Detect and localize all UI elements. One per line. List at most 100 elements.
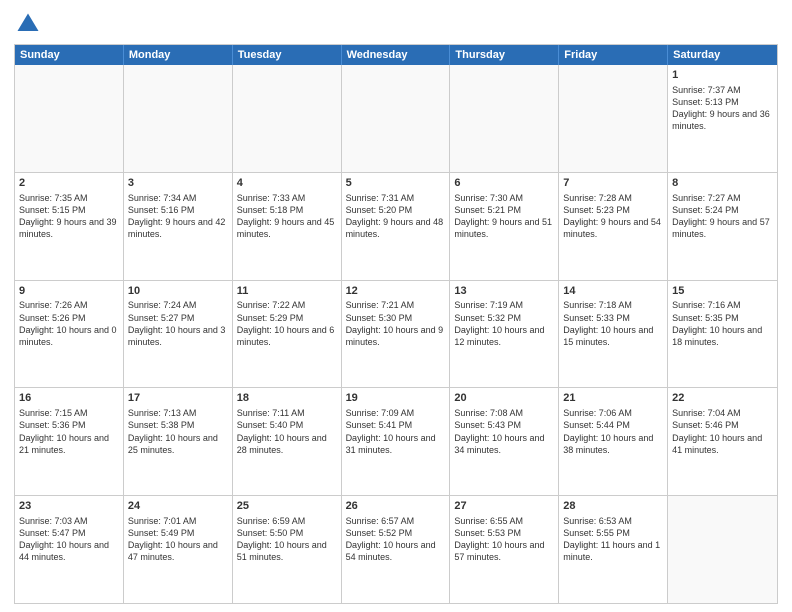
day-info: Sunset: 5:13 PM [672,96,773,108]
day-number: 20 [454,391,554,406]
day-info: Sunset: 5:36 PM [19,419,119,431]
day-number: 10 [128,284,228,299]
cal-cell-day-3: 3Sunrise: 7:34 AMSunset: 5:16 PMDaylight… [124,173,233,280]
day-info: Sunrise: 7:01 AM [128,515,228,527]
day-info: Daylight: 9 hours and 54 minutes. [563,216,663,240]
cal-cell-day-26: 26Sunrise: 6:57 AMSunset: 5:52 PMDayligh… [342,496,451,603]
day-info: Sunset: 5:55 PM [563,527,663,539]
cal-cell-day-4: 4Sunrise: 7:33 AMSunset: 5:18 PMDaylight… [233,173,342,280]
day-info: Daylight: 10 hours and 31 minutes. [346,432,446,456]
day-info: Daylight: 10 hours and 25 minutes. [128,432,228,456]
calendar-header: SundayMondayTuesdayWednesdayThursdayFrid… [15,45,777,65]
day-info: Daylight: 11 hours and 1 minute. [563,539,663,563]
day-info: Daylight: 10 hours and 57 minutes. [454,539,554,563]
day-info: Sunset: 5:27 PM [128,312,228,324]
day-info: Daylight: 10 hours and 9 minutes. [346,324,446,348]
cal-cell-day-9: 9Sunrise: 7:26 AMSunset: 5:26 PMDaylight… [15,281,124,388]
day-number: 13 [454,284,554,299]
day-info: Daylight: 10 hours and 21 minutes. [19,432,119,456]
day-info: Sunrise: 7:21 AM [346,299,446,311]
day-info: Daylight: 10 hours and 0 minutes. [19,324,119,348]
day-info: Daylight: 10 hours and 28 minutes. [237,432,337,456]
day-info: Sunrise: 7:30 AM [454,192,554,204]
day-info: Sunset: 5:43 PM [454,419,554,431]
cal-cell-empty [124,65,233,172]
day-number: 17 [128,391,228,406]
day-info: Sunrise: 6:55 AM [454,515,554,527]
cal-cell-day-20: 20Sunrise: 7:08 AMSunset: 5:43 PMDayligh… [450,388,559,495]
cal-cell-day-24: 24Sunrise: 7:01 AMSunset: 5:49 PMDayligh… [124,496,233,603]
cal-cell-empty [233,65,342,172]
cal-cell-day-23: 23Sunrise: 7:03 AMSunset: 5:47 PMDayligh… [15,496,124,603]
day-info: Daylight: 10 hours and 3 minutes. [128,324,228,348]
calendar-body: 1Sunrise: 7:37 AMSunset: 5:13 PM Daylight… [15,65,777,603]
cal-cell-empty [559,65,668,172]
cal-cell-day-15: 15Sunrise: 7:16 AMSunset: 5:35 PMDayligh… [668,281,777,388]
day-info: Daylight: 10 hours and 38 minutes. [563,432,663,456]
cal-cell-empty [450,65,559,172]
day-info: Daylight: 9 hours and 48 minutes. [346,216,446,240]
day-info: Sunset: 5:26 PM [19,312,119,324]
day-info: Daylight: 9 hours and 39 minutes. [19,216,119,240]
day-info: Sunrise: 7:34 AM [128,192,228,204]
day-info: Sunrise: 7:37 AM [672,84,773,96]
day-info: Sunset: 5:20 PM [346,204,446,216]
cal-cell-empty [668,496,777,603]
day-info: Sunrise: 7:16 AM [672,299,773,311]
day-info: Sunrise: 7:13 AM [128,407,228,419]
day-info: Daylight: 10 hours and 51 minutes. [237,539,337,563]
day-info: Sunset: 5:23 PM [563,204,663,216]
calendar-row-3: 9Sunrise: 7:26 AMSunset: 5:26 PMDaylight… [15,281,777,389]
page-header [14,10,778,38]
cal-cell-day-22: 22Sunrise: 7:04 AMSunset: 5:46 PMDayligh… [668,388,777,495]
day-info: Daylight: 9 hours and 51 minutes. [454,216,554,240]
day-info: Sunset: 5:47 PM [19,527,119,539]
day-info: Daylight: 10 hours and 6 minutes. [237,324,337,348]
cal-cell-day-14: 14Sunrise: 7:18 AMSunset: 5:33 PMDayligh… [559,281,668,388]
weekday-header-thursday: Thursday [450,45,559,65]
day-number: 14 [563,284,663,299]
day-info: Sunset: 5:29 PM [237,312,337,324]
day-info: Sunset: 5:21 PM [454,204,554,216]
day-number: 26 [346,499,446,514]
calendar-row-2: 2Sunrise: 7:35 AMSunset: 5:15 PMDaylight… [15,173,777,281]
weekday-header-saturday: Saturday [668,45,777,65]
day-info: Sunset: 5:38 PM [128,419,228,431]
cal-cell-day-28: 28Sunrise: 6:53 AMSunset: 5:55 PMDayligh… [559,496,668,603]
day-number: 1 [672,68,773,83]
day-number: 5 [346,176,446,191]
cal-cell-day-6: 6Sunrise: 7:30 AMSunset: 5:21 PMDaylight… [450,173,559,280]
day-info: Sunrise: 7:33 AM [237,192,337,204]
day-info: Daylight: 10 hours and 44 minutes. [19,539,119,563]
day-info: Sunrise: 7:22 AM [237,299,337,311]
day-info: Sunset: 5:24 PM [672,204,773,216]
day-info: Sunrise: 7:15 AM [19,407,119,419]
day-info: Daylight: 9 hours and 42 minutes. [128,216,228,240]
cal-cell-day-19: 19Sunrise: 7:09 AMSunset: 5:41 PMDayligh… [342,388,451,495]
day-info: Daylight: 10 hours and 34 minutes. [454,432,554,456]
cal-cell-empty [342,65,451,172]
day-info: Daylight: 10 hours and 12 minutes. [454,324,554,348]
day-number: 15 [672,284,773,299]
day-number: 3 [128,176,228,191]
day-info: Daylight: 10 hours and 41 minutes. [672,432,773,456]
calendar-row-1: 1Sunrise: 7:37 AMSunset: 5:13 PMDaylight… [15,65,777,173]
cal-cell-day-2: 2Sunrise: 7:35 AMSunset: 5:15 PMDaylight… [15,173,124,280]
day-info: Sunset: 5:52 PM [346,527,446,539]
cal-cell-day-10: 10Sunrise: 7:24 AMSunset: 5:27 PMDayligh… [124,281,233,388]
day-info: Sunrise: 7:11 AM [237,407,337,419]
day-info: Sunset: 5:44 PM [563,419,663,431]
day-info: Sunset: 5:33 PM [563,312,663,324]
weekday-header-sunday: Sunday [15,45,124,65]
day-number: 8 [672,176,773,191]
day-info: Sunrise: 7:06 AM [563,407,663,419]
day-info: Sunset: 5:40 PM [237,419,337,431]
day-number: 24 [128,499,228,514]
day-info: Sunrise: 6:59 AM [237,515,337,527]
day-info: Daylight: 9 hours and 45 minutes. [237,216,337,240]
day-info: Daylight: 10 hours and 18 minutes. [672,324,773,348]
weekday-header-wednesday: Wednesday [342,45,451,65]
cal-cell-day-1: 1Sunrise: 7:37 AMSunset: 5:13 PMDaylight… [668,65,777,172]
cal-cell-day-17: 17Sunrise: 7:13 AMSunset: 5:38 PMDayligh… [124,388,233,495]
cal-cell-day-21: 21Sunrise: 7:06 AMSunset: 5:44 PMDayligh… [559,388,668,495]
